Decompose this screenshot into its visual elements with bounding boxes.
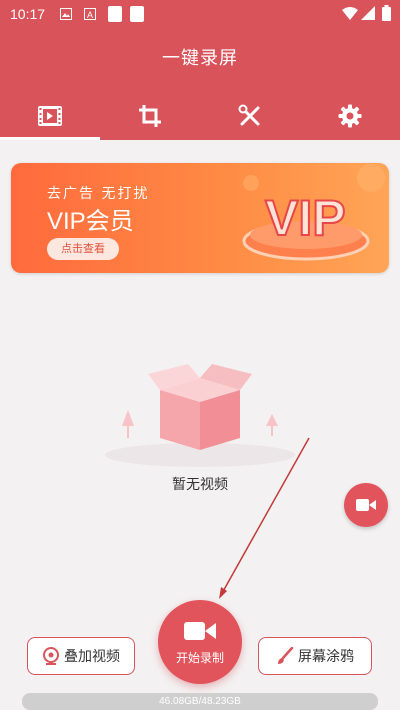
tab-tools[interactable] <box>200 92 300 140</box>
tab-crop[interactable] <box>100 92 200 140</box>
storage-bar: 46.08GB/48.23GB <box>22 693 378 710</box>
wifi-icon <box>342 7 358 20</box>
screen-doodle-label: 屏幕涂鸦 <box>298 649 354 665</box>
empty-box-illustration <box>105 364 295 467</box>
empty-state-text: 暂无视频 <box>172 477 228 493</box>
gear-icon <box>338 104 362 128</box>
video-camera-icon <box>356 499 376 511</box>
battery-icon <box>382 5 391 21</box>
square-icon <box>108 6 122 22</box>
square-icon <box>130 6 144 22</box>
floating-record-button[interactable] <box>344 483 388 527</box>
svg-text:A: A <box>87 10 93 20</box>
storage-text: 46.08GB/48.23GB <box>159 696 241 707</box>
signal-icon <box>361 6 375 20</box>
tab-settings[interactable] <box>300 92 400 140</box>
banner-art-text: VIP <box>265 190 346 246</box>
app-header: 10:17 A 一键录屏 <box>0 0 400 140</box>
status-time: 10:17 <box>10 6 46 22</box>
start-record-button[interactable]: 开始录制 <box>158 600 242 684</box>
tab-selected-indicator <box>0 137 100 140</box>
video-camera-icon <box>184 621 216 640</box>
webcam-icon <box>43 647 59 665</box>
banner-subtitle: 去广告 无打扰 <box>47 186 150 202</box>
image-icon <box>60 8 72 20</box>
film-icon <box>38 106 62 126</box>
banner-view-button[interactable]: 点击查看 <box>47 238 119 260</box>
status-bar: 10:17 A <box>0 0 400 30</box>
banner-title: VIP会员 <box>47 208 134 235</box>
tab-bar <box>0 92 400 140</box>
crop-icon <box>139 105 161 127</box>
tools-icon <box>238 104 260 126</box>
a-icon: A <box>84 8 96 20</box>
tab-videos[interactable] <box>0 92 100 140</box>
brush-icon <box>278 647 294 664</box>
vip-banner[interactable]: 去广告 无打扰 VIP会员 点击查看 VIP <box>11 163 389 273</box>
screen-doodle-button[interactable]: 屏幕涂鸦 <box>258 637 372 675</box>
page-title: 一键录屏 <box>162 48 238 69</box>
vip-emblem-art: VIP <box>242 164 385 261</box>
overlay-video-button[interactable]: 叠加视频 <box>27 637 135 675</box>
start-record-label: 开始录制 <box>175 650 224 665</box>
overlay-video-label: 叠加视频 <box>64 649 120 665</box>
